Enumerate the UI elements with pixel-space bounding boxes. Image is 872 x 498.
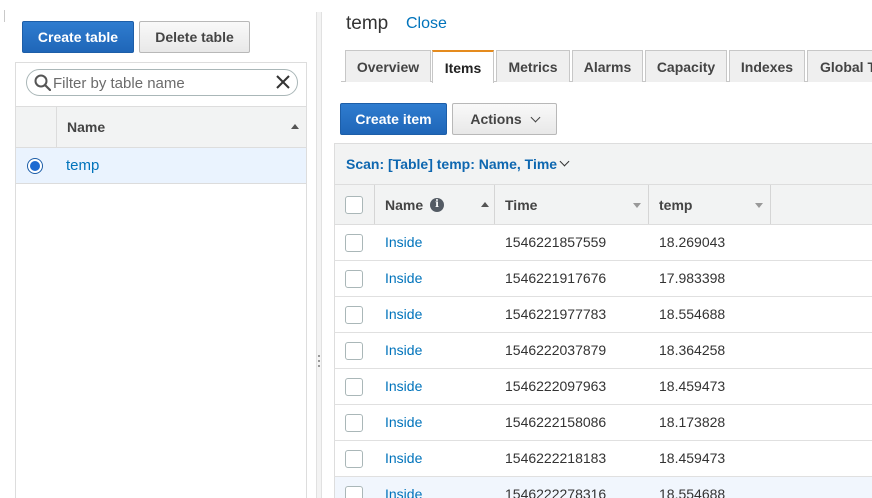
row-checkbox[interactable] (345, 306, 363, 324)
item-name-link[interactable]: Inside (385, 378, 422, 394)
item-time: 1546222158086 (505, 414, 607, 430)
table-filter (26, 69, 298, 96)
scan-query-bar[interactable]: Scan: [Table] temp: Name, Time (334, 143, 872, 184)
item-name-link[interactable]: Inside (385, 450, 422, 466)
tab-items[interactable]: Items (432, 50, 494, 83)
item-temp: 18.173828 (659, 414, 726, 430)
tab-metrics[interactable]: Metrics (496, 50, 570, 82)
info-icon[interactable]: i (430, 198, 444, 212)
scan-label[interactable]: Scan: [Table] temp: Name, Time (346, 156, 557, 172)
column-time-label: Time (505, 197, 538, 213)
table-title: temp (346, 13, 389, 34)
table-row[interactable]: Inside 1546221857559 18.269043 (334, 225, 872, 261)
row-checkbox[interactable] (345, 378, 363, 396)
item-time: 1546221857559 (505, 234, 607, 250)
tab-indexes[interactable]: Indexes (729, 50, 805, 82)
item-temp: 18.364258 (659, 342, 726, 358)
tab-global-tables[interactable]: Global T (807, 50, 872, 82)
column-temp-header[interactable]: temp (649, 185, 771, 224)
select-all-cell (335, 185, 375, 224)
radio-selected-dot (30, 161, 40, 171)
row-checkbox[interactable] (345, 270, 363, 288)
item-name-link[interactable]: Inside (385, 234, 422, 250)
item-time: 1546222097963 (505, 378, 607, 394)
create-table-button[interactable]: Create table (22, 21, 134, 53)
column-name-header[interactable]: Name i (375, 185, 495, 224)
column-name-label: Name (385, 197, 424, 213)
delete-table-button[interactable]: Delete table (139, 21, 250, 53)
item-temp: 18.459473 (659, 450, 726, 466)
table-row[interactable]: Inside 1546222037879 18.364258 (334, 333, 872, 369)
table-row[interactable]: Inside 1546221977783 18.554688 (334, 297, 872, 333)
row-checkbox[interactable] (345, 450, 363, 468)
sort-icon[interactable] (755, 203, 763, 208)
item-temp: 18.459473 (659, 378, 726, 394)
table-row[interactable]: Inside 1546221917676 17.983398 (334, 261, 872, 297)
chevron-down-icon[interactable] (559, 156, 570, 167)
item-temp: 17.983398 (659, 270, 726, 286)
grip-dot (318, 365, 320, 367)
panel-splitter[interactable] (316, 12, 322, 498)
item-temp: 18.554688 (659, 306, 726, 322)
item-time: 1546221917676 (505, 270, 607, 286)
item-name-link[interactable]: Inside (385, 306, 422, 322)
actions-dropdown[interactable]: Actions (452, 103, 557, 135)
sort-icon[interactable] (633, 203, 641, 208)
clear-icon[interactable] (275, 74, 291, 90)
dynamodb-console: Create table Delete table Name temp (0, 0, 872, 498)
table-name-link[interactable]: temp (66, 157, 99, 174)
column-divider (56, 107, 57, 147)
column-temp-label: temp (659, 197, 693, 213)
item-name-link[interactable]: Inside (385, 486, 422, 498)
tab-alarms[interactable]: Alarms (572, 50, 643, 82)
item-name-link[interactable]: Inside (385, 342, 422, 358)
column-name-header[interactable]: Name (67, 119, 105, 135)
row-checkbox[interactable] (345, 414, 363, 432)
item-time: 1546222278316 (505, 486, 607, 498)
sort-ascending-icon[interactable] (481, 202, 489, 207)
table-row[interactable]: Inside 1546222218183 18.459473 (334, 441, 872, 477)
chevron-down-icon (530, 112, 541, 122)
item-time: 1546222037879 (505, 342, 607, 358)
item-time: 1546221977783 (505, 306, 607, 322)
tables-panel: Create table Delete table Name temp (0, 0, 316, 498)
sort-ascending-icon[interactable] (291, 124, 299, 129)
table-radio[interactable] (27, 158, 43, 174)
tab-overview[interactable]: Overview (345, 50, 431, 82)
item-name-link[interactable]: Inside (385, 270, 422, 286)
filter-input[interactable] (53, 73, 271, 93)
divider (4, 10, 5, 22)
item-name-link[interactable]: Inside (385, 414, 422, 430)
tab-capacity[interactable]: Capacity (645, 50, 727, 82)
item-time: 1546222218183 (505, 450, 607, 466)
item-temp: 18.269043 (659, 234, 726, 250)
grip-dot (318, 360, 320, 362)
table-row[interactable]: Inside 1546222158086 18.173828 (334, 405, 872, 441)
search-icon (34, 74, 51, 91)
table-row[interactable]: Inside 1546222097963 18.459473 (334, 369, 872, 405)
close-link[interactable]: Close (406, 15, 447, 33)
column-time-header[interactable]: Time (495, 185, 649, 224)
create-item-button[interactable]: Create item (340, 103, 447, 135)
select-all-checkbox[interactable] (345, 196, 363, 214)
row-checkbox[interactable] (345, 342, 363, 360)
row-checkbox[interactable] (345, 486, 363, 498)
item-temp: 18.554688 (659, 486, 726, 498)
table-row[interactable]: temp (16, 148, 306, 184)
row-checkbox[interactable] (345, 234, 363, 252)
grip-dot (318, 355, 320, 357)
actions-label: Actions (470, 111, 522, 127)
items-header: Name i Time temp (334, 184, 872, 225)
table-row[interactable]: Inside 1546222278316 18.554688 (334, 477, 872, 498)
tables-header: Name (16, 106, 306, 148)
